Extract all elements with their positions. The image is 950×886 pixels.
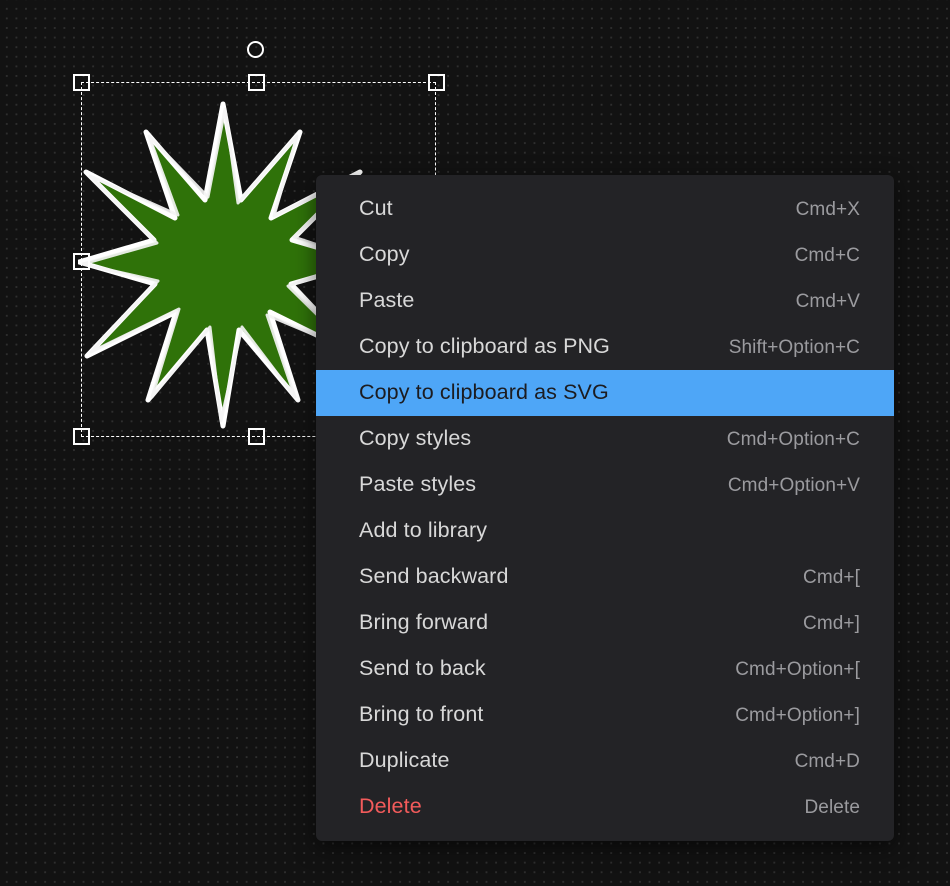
menu-item-paste-styles[interactable]: Paste styles Cmd+Option+V bbox=[316, 462, 894, 508]
menu-item-label: Copy bbox=[359, 244, 410, 266]
menu-item-copy-to-clipboard-as-png[interactable]: Copy to clipboard as PNG Shift+Option+C bbox=[316, 324, 894, 370]
context-menu[interactable]: Cut Cmd+X Copy Cmd+C Paste Cmd+V Copy to clipb… bbox=[316, 175, 894, 841]
menu-item-send-backward[interactable]: Send backward Cmd+[ bbox=[316, 554, 894, 600]
resize-handle-top-middle[interactable] bbox=[248, 74, 265, 91]
menu-item-label: Duplicate bbox=[359, 750, 450, 772]
menu-item-bring-to-front[interactable]: Bring to front Cmd+Option+] bbox=[316, 692, 894, 738]
menu-item-label: Paste bbox=[359, 290, 414, 312]
menu-item-label: Copy to clipboard as PNG bbox=[359, 336, 610, 358]
menu-item-shortcut: Cmd+D bbox=[795, 752, 860, 771]
menu-item-cut[interactable]: Cut Cmd+X bbox=[316, 186, 894, 232]
menu-item-shortcut: Delete bbox=[804, 798, 860, 817]
menu-item-label: Send to back bbox=[359, 658, 486, 680]
menu-item-shortcut: Cmd+Option+C bbox=[727, 430, 860, 449]
menu-item-label: Send backward bbox=[359, 566, 509, 588]
resize-handle-bottom-left[interactable] bbox=[73, 428, 90, 445]
menu-item-send-to-back[interactable]: Send to back Cmd+Option+[ bbox=[316, 646, 894, 692]
menu-item-copy-to-clipboard-as-svg[interactable]: Copy to clipboard as SVG bbox=[316, 370, 894, 416]
menu-item-add-to-library[interactable]: Add to library bbox=[316, 508, 894, 554]
menu-item-label: Delete bbox=[359, 796, 422, 818]
resize-handle-top-left[interactable] bbox=[73, 74, 90, 91]
menu-item-shortcut: Cmd+[ bbox=[803, 568, 860, 587]
menu-item-bring-forward[interactable]: Bring forward Cmd+] bbox=[316, 600, 894, 646]
menu-item-label: Copy to clipboard as SVG bbox=[359, 382, 609, 404]
menu-item-shortcut: Cmd+Option+[ bbox=[735, 660, 860, 679]
resize-handle-bottom-middle[interactable] bbox=[248, 428, 265, 445]
menu-item-shortcut: Shift+Option+C bbox=[729, 338, 860, 357]
menu-item-delete[interactable]: Delete Delete bbox=[316, 784, 894, 830]
app-root: Cut Cmd+X Copy Cmd+C Paste Cmd+V Copy to clipb… bbox=[0, 0, 950, 886]
menu-item-label: Paste styles bbox=[359, 474, 476, 496]
menu-item-shortcut: Cmd+Option+V bbox=[728, 476, 860, 495]
menu-item-copy-styles[interactable]: Copy styles Cmd+Option+C bbox=[316, 416, 894, 462]
menu-item-label: Add to library bbox=[359, 520, 487, 542]
menu-item-label: Cut bbox=[359, 198, 393, 220]
resize-handle-middle-left[interactable] bbox=[73, 253, 90, 270]
rotate-handle[interactable] bbox=[247, 41, 264, 58]
menu-item-shortcut: Cmd+X bbox=[796, 200, 860, 219]
menu-item-label: Bring forward bbox=[359, 612, 488, 634]
menu-item-duplicate[interactable]: Duplicate Cmd+D bbox=[316, 738, 894, 784]
menu-item-shortcut: Cmd+Option+] bbox=[735, 706, 860, 725]
menu-item-label: Bring to front bbox=[359, 704, 484, 726]
menu-item-paste[interactable]: Paste Cmd+V bbox=[316, 278, 894, 324]
menu-item-shortcut: Cmd+V bbox=[796, 292, 860, 311]
menu-item-copy[interactable]: Copy Cmd+C bbox=[316, 232, 894, 278]
menu-item-shortcut: Cmd+] bbox=[803, 614, 860, 633]
menu-item-shortcut: Cmd+C bbox=[795, 246, 860, 265]
menu-item-label: Copy styles bbox=[359, 428, 471, 450]
resize-handle-top-right[interactable] bbox=[428, 74, 445, 91]
